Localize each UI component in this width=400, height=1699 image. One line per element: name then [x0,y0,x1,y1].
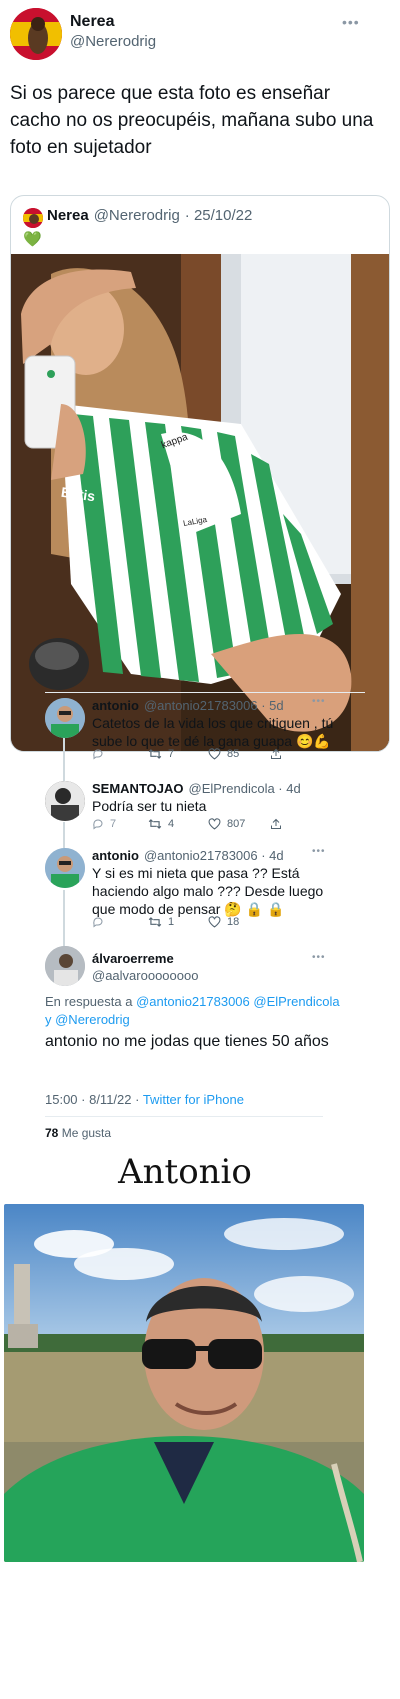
tweet-text: Si os parece que esta foto es enseñar ca… [10,83,374,158]
green-heart-emoji: 💚 [23,231,42,248]
reply-button[interactable]: 7 [92,818,148,830]
retweet-button[interactable]: 4 [148,818,208,830]
main-reply-handle[interactable]: @aalvaroooooooo [92,968,198,983]
retweet-button[interactable]: 7 [148,748,208,760]
like-count: 807 [227,818,246,830]
share-button[interactable] [270,748,282,760]
main-reply-text: antonio no me jodas que tienes 50 años [45,1033,329,1050]
heart-icon [208,748,221,760]
reply-handle[interactable]: @antonio21783006 · 5d [144,698,284,713]
divider [45,1116,323,1117]
thread-line [63,890,65,946]
likes-label: Me gusta [61,1126,112,1140]
thread-line [63,738,65,782]
reply-avatar[interactable] [45,781,85,821]
antonio-photo [4,1204,364,1562]
timestamp[interactable]: 15:00 · 8/11/22 · [45,1092,139,1107]
likes-count: 78 [45,1126,59,1140]
more-options-icon[interactable]: ••• [312,952,326,963]
reply-text: Podría ser tu nieta [92,798,207,814]
reply-name[interactable]: antonio [92,698,139,713]
like-count: 18 [227,916,240,928]
quote-date: · 25/10/22 [184,207,253,224]
reply-handle[interactable]: @antonio21783006 · 4d [144,848,284,863]
heart-icon [208,916,221,928]
author-name[interactable]: Nerea [70,13,114,31]
retweet-icon [148,749,162,759]
retweet-icon [148,917,162,927]
thread-line [63,822,65,848]
quoted-tweet[interactable]: Nerea @Nererodrig · 25/10/22 💚 Betis kap… [10,195,390,752]
reply-actions: 7 85 [92,748,292,760]
reply-handle[interactable]: @ElPrendicola · 4d [189,781,301,796]
reply-avatar[interactable] [45,698,85,738]
more-options-icon[interactable]: ••• [312,846,326,857]
reply-name[interactable]: antonio [92,848,139,863]
quote-avatar [23,208,43,228]
selfie-photo-illustration [11,254,389,751]
reply-actions: 1 18 [92,916,292,928]
heart-icon [208,818,221,830]
caption-title: Antonio [118,1152,252,1192]
share-icon [271,748,281,759]
share-button[interactable] [270,818,282,830]
reply-to-prefix: En respuesta a [45,994,133,1009]
reply-name[interactable]: SEMANTOJAO [92,781,184,796]
like-button[interactable]: 18 [208,916,270,928]
reply-count: 7 [110,818,117,830]
more-options-icon[interactable]: ••• [342,14,360,30]
reply-text: Y si es mi nieta que pasa ?? Está hacien… [92,865,324,917]
man-photo-illustration [4,1204,364,1562]
main-reply-avatar[interactable] [45,946,85,986]
source-link[interactable]: Twitter for iPhone [143,1092,244,1107]
reply-icon [93,749,103,760]
retweet-icon [148,819,162,829]
quote-name: Nerea [47,207,89,224]
like-button[interactable]: 85 [208,748,270,760]
quote-handle: @Nererodrig [93,207,180,224]
like-count: 85 [227,748,240,760]
author-avatar[interactable] [10,8,62,60]
reply-text: Catetos de la vida los que critiquen , t… [92,715,334,749]
retweet-count: 4 [168,818,175,830]
reply-icon [93,917,103,928]
flag-avatar-image [10,8,62,60]
retweet-button[interactable]: 1 [148,916,208,928]
reply-button[interactable] [92,748,148,760]
reply-button[interactable] [92,916,148,928]
likes-summary[interactable]: 78 Me gusta [45,1126,111,1140]
retweet-count: 1 [168,916,175,928]
reply-icon [93,819,103,830]
quote-photo[interactable]: Betis kappa LaLiga [11,254,389,751]
share-icon [271,818,281,829]
main-reply-name[interactable]: álvaroerreme [92,951,174,966]
reply-avatar[interactable] [45,848,85,888]
divider [45,692,365,693]
reply-actions: 7 4 807 [92,818,292,830]
more-options-icon[interactable]: ••• [312,696,326,707]
like-button[interactable]: 807 [208,818,270,830]
author-handle[interactable]: @Nererodrig [70,33,156,50]
retweet-count: 7 [168,748,175,760]
